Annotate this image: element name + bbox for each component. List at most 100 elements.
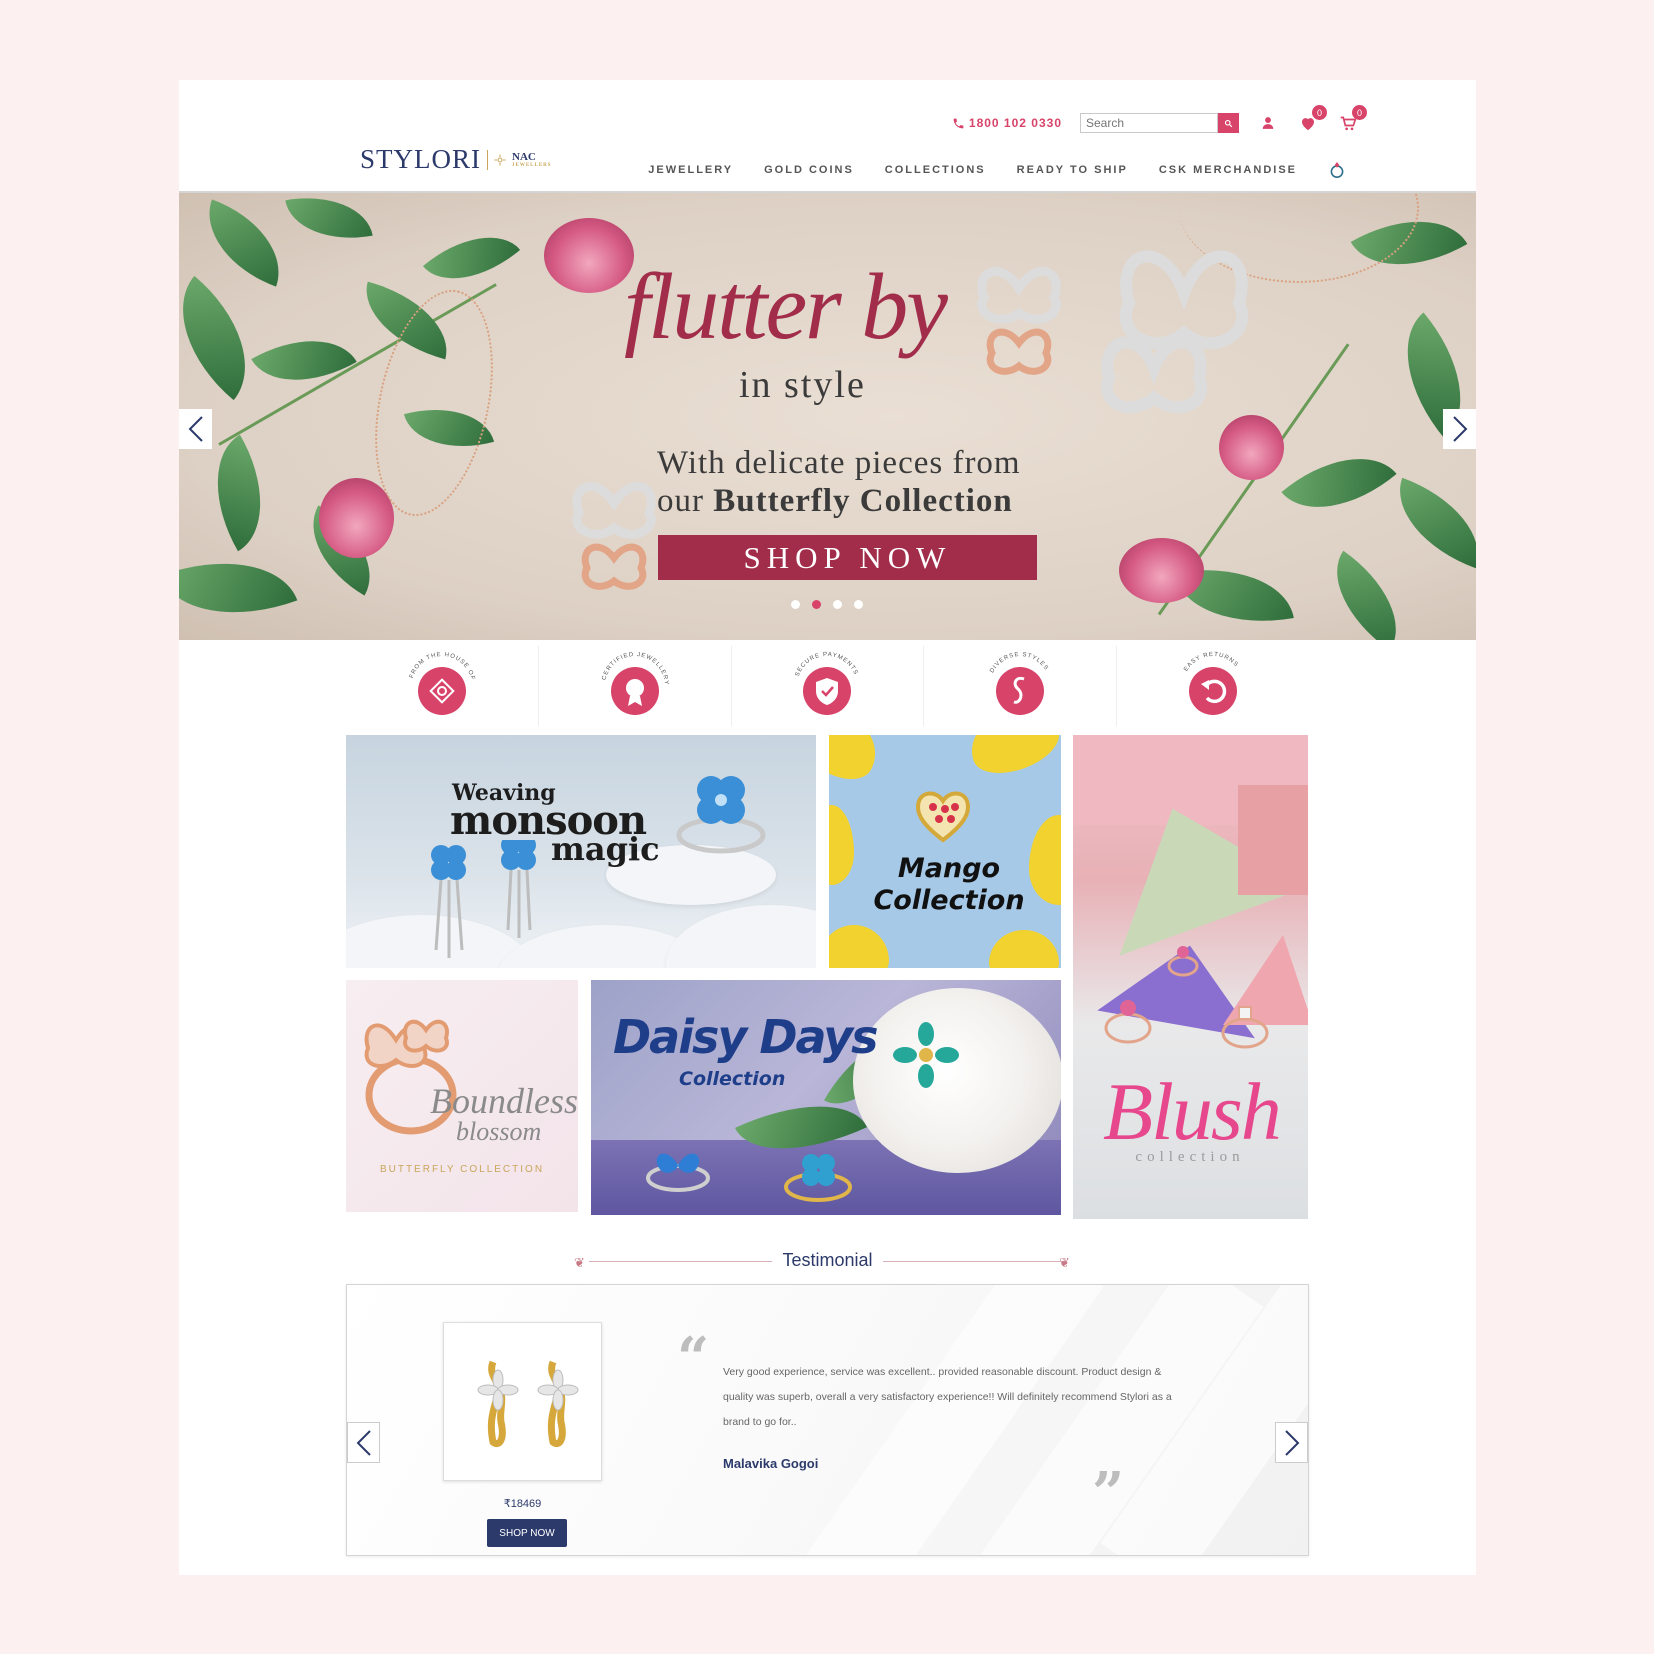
feature-diverse-styles: DIVERSE STYLES [924, 646, 1118, 726]
ornament-right-icon: ❦ [1059, 1255, 1070, 1270]
blue-flower-ring-image [676, 776, 766, 854]
logo-partner-sub: JEWELLERS [512, 162, 552, 168]
search-box [1080, 113, 1239, 133]
wishlist-button[interactable]: 0 [1297, 105, 1327, 134]
search-button[interactable] [1218, 113, 1239, 133]
hero-description-line2: our Butterfly Collection [657, 482, 1021, 520]
hero-slide-dots [791, 600, 863, 609]
promo-blush-collection[interactable]: Blush collection [1073, 735, 1308, 1219]
stylori-ring-button[interactable] [1328, 159, 1346, 181]
testimonial-title: Testimonial [772, 1250, 883, 1271]
main-nav: JEWELLERY GOLD COINS COLLECTIONS READY T… [648, 159, 1346, 181]
quote-open-icon: “ [677, 1325, 710, 1391]
nav-collections[interactable]: COLLECTIONS [885, 164, 986, 176]
slide-dot[interactable] [791, 600, 800, 609]
butterfly-ring-image [646, 1153, 710, 1192]
promo-mango-collection[interactable]: Mango Collection [829, 735, 1061, 968]
blue-flower-earrings-image [431, 840, 536, 958]
hero-shop-now-button[interactable]: SHOP NOW [658, 535, 1037, 580]
promo-daisy-days[interactable]: Daisy Days Collection [591, 980, 1061, 1215]
page-container: 1800 102 0330 0 0 STYLORI NAC JEWELLERS [179, 80, 1476, 1575]
heading-rule-right [886, 1261, 1066, 1262]
wishlist-count-badge: 0 [1312, 105, 1327, 120]
clover-flower-decoration [544, 218, 634, 293]
boundless-subtitle: BUTTERFLY COLLECTION [379, 1164, 545, 1175]
mango-decoration [989, 930, 1059, 968]
promo-monsoon-magic[interactable]: Weaving monsoon magic [346, 735, 816, 968]
logo-text: STYLORI [360, 144, 481, 174]
mango-line1: Mango [897, 853, 1001, 884]
daisy-subtitle: Collection [679, 1068, 786, 1090]
feature-certified: CERTIFIED JEWELLERY [539, 646, 732, 726]
nav-gold-coins[interactable]: GOLD COINS [764, 164, 854, 176]
chevron-left-icon [356, 1429, 371, 1456]
nac-icon: FROM THE HOUSE OF NAC [402, 646, 475, 715]
phone-number: 1800 102 0330 [968, 116, 1062, 130]
clover-flower-decoration [1119, 538, 1204, 603]
flower-ring-image [893, 1022, 959, 1088]
product-price: ₹18469 [503, 1498, 542, 1510]
cart-button[interactable]: 0 [1337, 105, 1367, 134]
account-button[interactable] [1257, 112, 1279, 134]
nac-emblem-icon [494, 154, 506, 165]
hero-description: With delicate pieces from our Butterfly … [657, 444, 1021, 520]
butterfly-pendant-image [1101, 250, 1249, 414]
search-input[interactable] [1080, 113, 1218, 133]
header-topbar: 1800 102 0330 0 0 [952, 105, 1367, 136]
logo-partner-name: NAC [512, 150, 536, 163]
monsoon-line3: magic [551, 830, 660, 868]
shield-icon: SECURE PAYMENTS [795, 652, 858, 715]
nav-ready-to-ship[interactable]: READY TO SHIP [1017, 164, 1128, 176]
cloud-decoration [666, 905, 816, 968]
testimonial-shop-now-button[interactable]: SHOP NOW [487, 1519, 567, 1547]
butterfly-stud-image [572, 481, 656, 590]
butterfly-earring-image [977, 266, 1061, 375]
mango-line2: Collection [873, 885, 1025, 916]
product-image[interactable] [443, 1322, 602, 1481]
flower-ring-image [784, 1154, 852, 1202]
leaf-decoration [191, 199, 297, 287]
promo-boundless-blossom[interactable]: Boundless blossom BUTTERFLY COLLECTION [346, 980, 578, 1212]
search-icon [1224, 119, 1233, 127]
user-icon [1262, 117, 1274, 129]
boundless-line2: blossom [456, 1117, 542, 1146]
leaf-decoration [285, 193, 373, 250]
slide-dot[interactable] [854, 600, 863, 609]
return-icon: EASY RETURNS [1183, 652, 1238, 715]
hero-banner[interactable]: flutter by in style With delicate pieces… [179, 193, 1476, 640]
phone-link[interactable]: 1800 102 0330 [952, 116, 1062, 130]
hero-next-button[interactable] [1443, 409, 1476, 449]
leaf-decoration [1311, 550, 1422, 640]
slide-dot-active[interactable] [812, 600, 821, 609]
leaf-decoration [1381, 477, 1476, 569]
testimonial-next-button[interactable] [1275, 1422, 1308, 1463]
feature-easy-returns: EASY RETURNS [1117, 646, 1309, 726]
nav-jewellery[interactable]: JEWELLERY [648, 164, 733, 176]
testimonial-prev-button[interactable] [347, 1422, 380, 1463]
ring-image [1221, 1006, 1269, 1049]
ring-image [1167, 946, 1199, 977]
daisy-title: Daisy Days [613, 1010, 879, 1064]
testimonial-author: Malavika Gogoi [723, 1456, 819, 1471]
blush-subtitle: collection [1135, 1149, 1245, 1165]
nav-csk-merchandise[interactable]: CSK MERCHANDISE [1159, 164, 1297, 176]
hero-prev-button[interactable] [179, 409, 212, 449]
hero-subtitle: in style [739, 364, 866, 406]
hero-title: flutter by [624, 255, 948, 359]
clover-flower-decoration [319, 478, 394, 558]
paper-decoration [1238, 785, 1308, 895]
mango-decoration [829, 925, 889, 968]
logo[interactable]: STYLORI NAC JEWELLERS [360, 144, 552, 175]
chevron-right-icon [1284, 1429, 1299, 1456]
slide-dot[interactable] [833, 600, 842, 609]
mango-decoration [829, 735, 889, 791]
testimonial-text: Very good experience, service was excell… [723, 1366, 1172, 1428]
leaf-decoration [1281, 427, 1397, 539]
leaf-decoration [188, 434, 290, 552]
ring-icon [1330, 162, 1344, 178]
phone-icon [953, 118, 964, 128]
styles-icon: DIVERSE STYLES [990, 652, 1049, 715]
testimonial-heading: ❦ ❦ Testimonial [179, 1250, 1476, 1271]
logo-partner: NAC JEWELLERS [512, 150, 552, 168]
ornament-left-icon: ❦ [574, 1255, 585, 1270]
